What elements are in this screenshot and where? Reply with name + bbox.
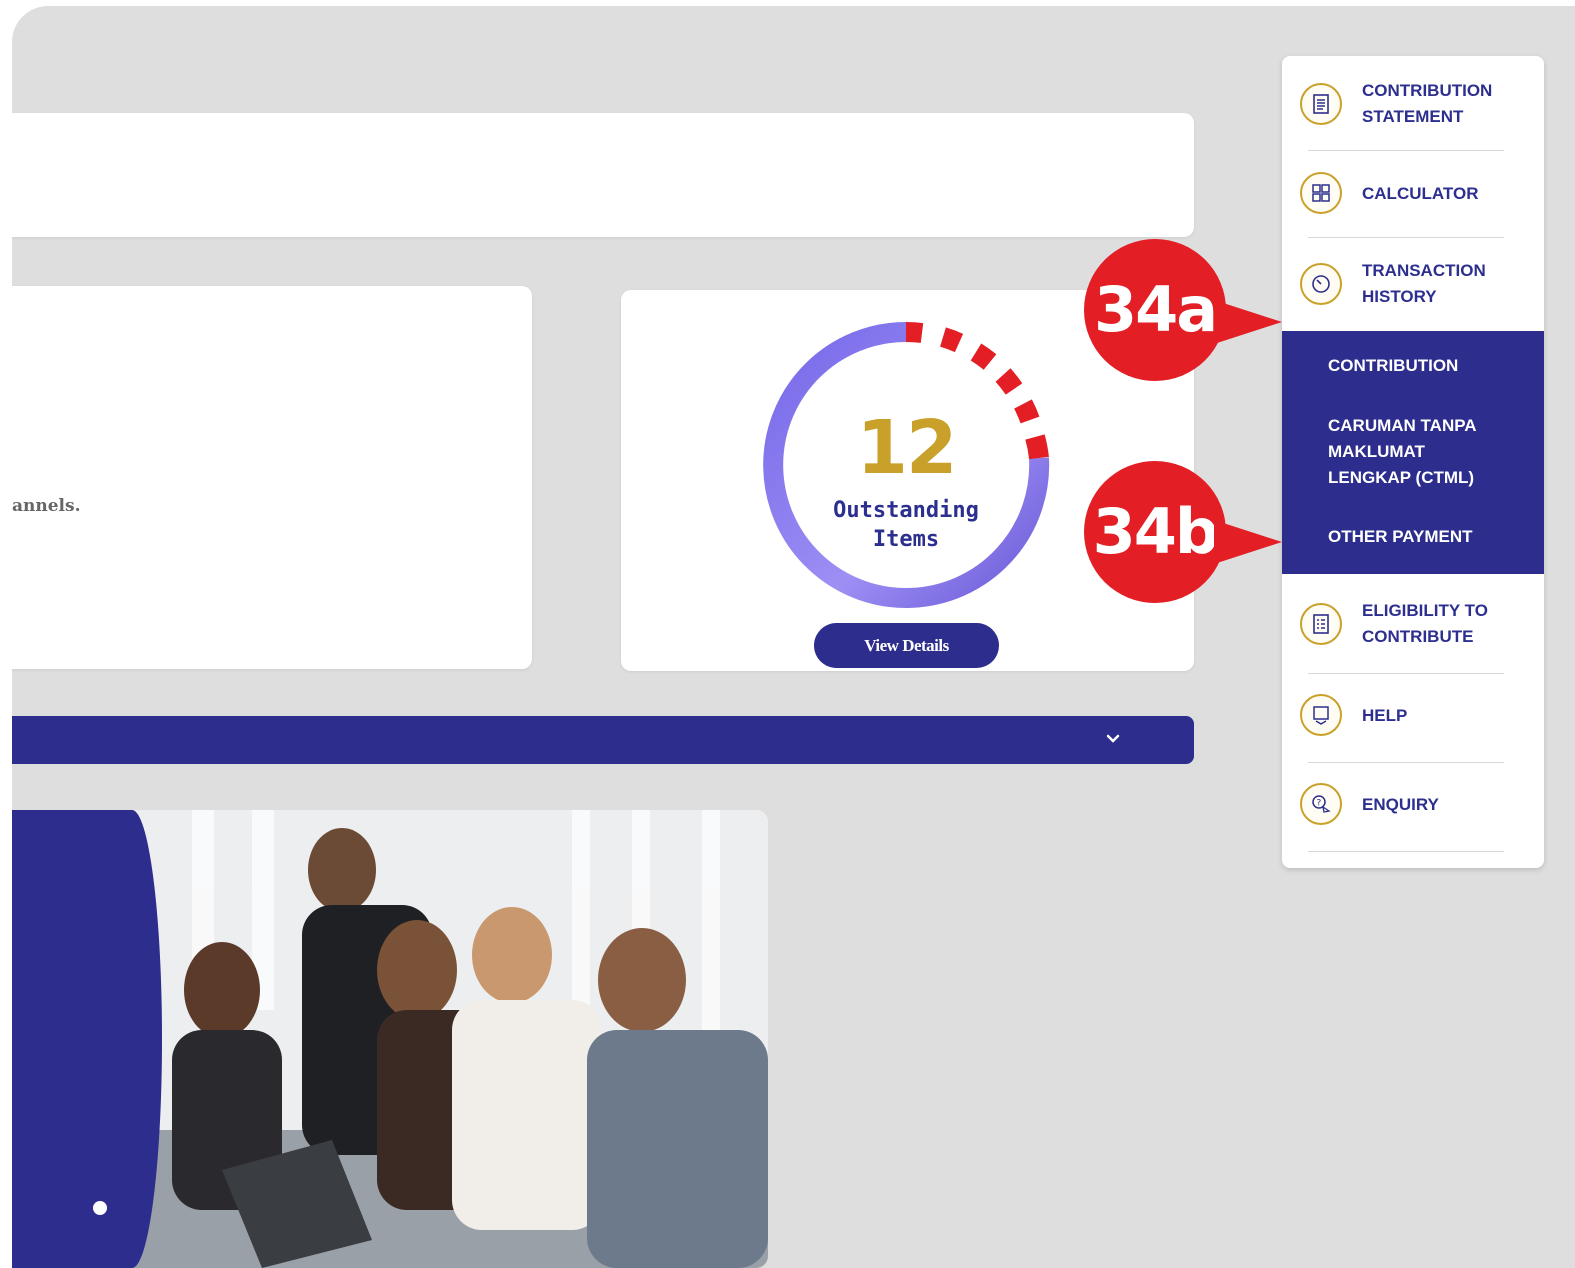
menu-item-eligibility[interactable]: ELIGIBILITY TO CONTRIBUTE xyxy=(1282,594,1544,654)
help-icon xyxy=(1300,694,1342,736)
transaction-history-submenu: CONTRIBUTION CARUMAN TANPA MAKLUMAT LENGKA… xyxy=(1282,331,1544,574)
outstanding-label: Outstanding Items xyxy=(833,498,979,552)
menu-item-help[interactable]: HELP xyxy=(1282,690,1544,740)
menu-item-calculator[interactable]: CALCULATOR xyxy=(1282,168,1544,218)
info-card: annels. xyxy=(12,286,532,669)
page-background: annels. 12 Outstanding Items View Detail… xyxy=(12,6,1575,1268)
submenu-item-other-payment[interactable]: OTHER PAYMENT xyxy=(1328,524,1528,550)
submenu-item-ctml[interactable]: CARUMAN TANPA MAKLUMAT LENGKAP (CTML) xyxy=(1328,413,1528,491)
document-icon xyxy=(1300,83,1342,125)
menu-item-enquiry[interactable]: ? ENQUIRY xyxy=(1282,779,1544,829)
summary-card xyxy=(12,113,1194,237)
divider xyxy=(1308,851,1504,852)
menu-item-transaction-history[interactable]: TRANSACTION HISTORY xyxy=(1282,254,1544,314)
clock-icon xyxy=(1300,263,1342,305)
submenu-item-contribution[interactable]: CONTRIBUTION xyxy=(1328,353,1528,379)
outstanding-count: 12 xyxy=(856,405,958,491)
callout-34a: 34a xyxy=(1084,239,1226,381)
divider xyxy=(1308,150,1504,151)
view-details-button[interactable]: View Details xyxy=(814,623,999,668)
carousel-dot[interactable] xyxy=(93,1201,107,1215)
divider xyxy=(1308,762,1504,763)
chevron-down-icon[interactable] xyxy=(1104,730,1122,748)
svg-text:?: ? xyxy=(1317,799,1322,809)
divider xyxy=(1308,673,1504,674)
callout-34b-pointer xyxy=(1214,520,1282,564)
enquiry-icon: ? xyxy=(1300,783,1342,825)
outstanding-donut-chart: 12 Outstanding Items xyxy=(751,310,1061,620)
calculator-icon xyxy=(1300,172,1342,214)
banner-image xyxy=(12,810,768,1268)
menu-item-contribution-statement[interactable]: CONTRIBUTION STATEMENT xyxy=(1282,74,1544,134)
checklist-icon xyxy=(1300,603,1342,645)
quick-menu: CONTRIBUTION STATEMENT CALCULATOR TRANSAC… xyxy=(1282,56,1544,868)
divider xyxy=(1308,237,1504,238)
accordion-bar[interactable] xyxy=(12,716,1194,764)
callout-34a-pointer xyxy=(1214,300,1282,344)
info-card-text: annels. xyxy=(12,496,81,516)
callout-34b: 34b xyxy=(1084,461,1226,603)
